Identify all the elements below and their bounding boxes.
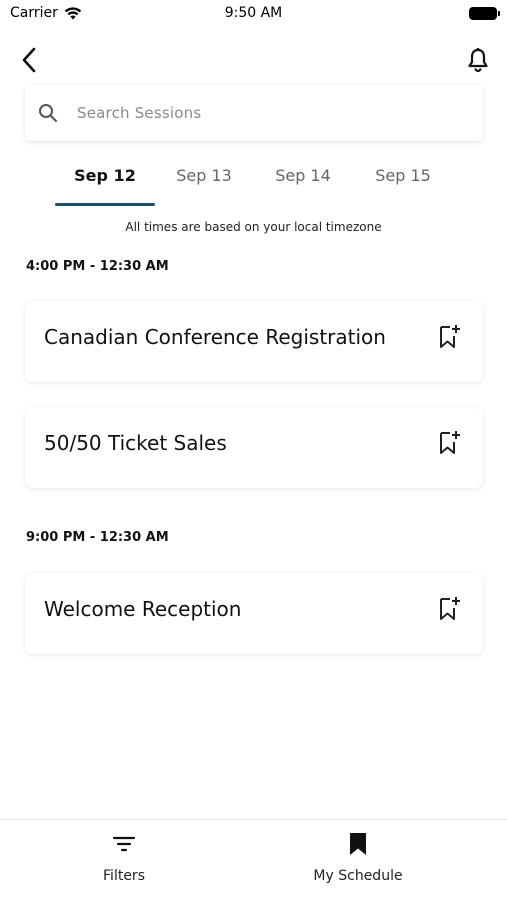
session-card[interactable]: Canadian Conference Registration [25, 302, 483, 382]
date-tabs: Sep 12 Sep 13 Sep 14 Sep 15 [55, 158, 455, 206]
status-bar: Carrier 9:50 AM [0, 0, 507, 28]
bookmark-filled-icon [258, 830, 458, 858]
search-icon [37, 102, 59, 124]
time-slot-heading: 4:00 PM - 12:30 AM [26, 259, 169, 274]
header [0, 40, 507, 80]
active-tab-indicator [55, 203, 155, 206]
session-card[interactable]: 50/50 Ticket Sales [25, 408, 483, 488]
session-title: Canadian Conference Registration [44, 325, 386, 349]
session-title: Welcome Reception [44, 597, 242, 621]
battery-icon [469, 7, 500, 20]
time-slot-heading: 9:00 PM - 12:30 AM [26, 530, 169, 545]
my-schedule-button[interactable]: My Schedule [258, 830, 458, 890]
notifications-button[interactable] [463, 44, 493, 76]
filter-icon [24, 830, 224, 858]
tab-sep-12[interactable]: Sep 12 [55, 166, 155, 185]
search-bar[interactable] [25, 85, 483, 141]
bookmark-add-icon [440, 597, 460, 620]
bottom-navigation: Filters My Schedule [0, 819, 507, 900]
add-to-schedule-button[interactable] [437, 322, 463, 352]
my-schedule-label: My Schedule [313, 868, 403, 884]
chevron-left-icon [22, 47, 36, 73]
session-title: 50/50 Ticket Sales [44, 431, 227, 455]
add-to-schedule-button[interactable] [437, 428, 463, 458]
filters-button[interactable]: Filters [24, 830, 224, 890]
session-card[interactable]: Welcome Reception [25, 574, 483, 654]
back-button[interactable] [14, 44, 44, 76]
status-time: 9:50 AM [224, 5, 283, 21]
filters-label: Filters [103, 868, 145, 884]
timezone-note: All times are based on your local timezo… [125, 220, 382, 234]
bookmark-add-icon [440, 431, 460, 454]
tab-sep-15[interactable]: Sep 15 [353, 166, 453, 185]
tab-sep-13[interactable]: Sep 13 [154, 166, 254, 185]
bell-icon [468, 48, 488, 73]
add-to-schedule-button[interactable] [437, 594, 463, 624]
bookmark-add-icon [440, 325, 460, 348]
tab-sep-14[interactable]: Sep 14 [253, 166, 353, 185]
search-input[interactable] [75, 103, 439, 123]
